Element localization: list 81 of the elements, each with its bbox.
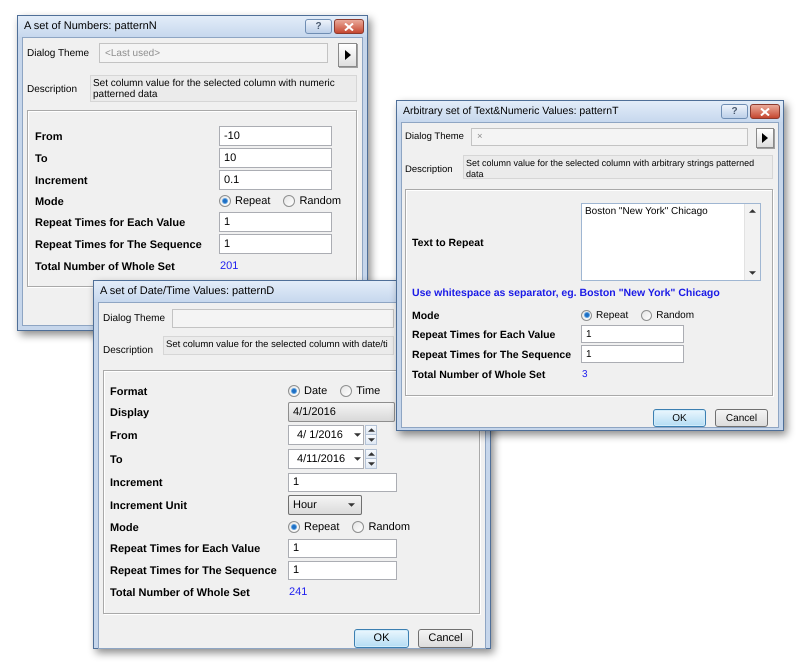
spin-down-button[interactable] [365, 435, 377, 445]
caret-up-icon [368, 428, 374, 432]
radio-option[interactable]: Repeat [288, 518, 340, 536]
field-label: Mode [110, 522, 139, 534]
field-label: Description [103, 345, 154, 356]
caret-down-icon [348, 503, 355, 507]
spin-up-button[interactable] [365, 425, 377, 435]
display-field[interactable]: 4/1/2016 [288, 402, 395, 422]
field-label: Mode [35, 196, 64, 208]
total-value: 241 [288, 584, 308, 600]
total-value: 3 [581, 368, 588, 382]
field-label: Display [110, 407, 150, 419]
field-label: Format [110, 386, 148, 398]
input-field[interactable]: 1 [288, 472, 397, 492]
input-field[interactable]: 10 [219, 148, 332, 168]
caret-up-icon [749, 209, 756, 213]
field-label: Dialog Theme [405, 130, 464, 144]
field-label: Description [405, 164, 453, 175]
help-button[interactable]: ? [721, 104, 748, 119]
close-button[interactable] [750, 104, 780, 119]
window-title: A set of Date/Time Values: patternD [100, 284, 274, 300]
input-field[interactable]: 0.1 [219, 170, 332, 190]
field-label: Repeat Times for The Sequence [412, 349, 572, 361]
input-field[interactable]: 1 [288, 560, 397, 580]
dialog-button[interactable]: OK [653, 409, 706, 427]
field-label: To [110, 454, 123, 466]
field-label: Increment [35, 175, 88, 187]
radio-option[interactable]: Date [288, 382, 328, 400]
field-label: Increment [110, 477, 163, 489]
dropdown[interactable]: Hour [288, 495, 362, 515]
close-button[interactable] [334, 19, 364, 34]
input-field[interactable]: 1 [219, 234, 332, 254]
caret-up-icon [368, 452, 374, 456]
field-label: Repeat Times for The Sequence [35, 239, 202, 251]
description-text: Set column value for the selected column with date/ti [163, 336, 394, 355]
radio-option[interactable]: Repeat [219, 192, 270, 210]
spin-down-button[interactable] [365, 459, 377, 469]
field-label: Total Number of Whole Set [412, 369, 546, 381]
field-label: Increment Unit [110, 500, 188, 512]
window-title: Arbitrary set of Text&Numeric Values: patternT [403, 104, 619, 119]
radio-option[interactable]: Random [641, 308, 694, 322]
scrollbar[interactable] [745, 204, 760, 280]
text-area[interactable]: Boston "New York" Chicago [581, 203, 761, 281]
dialog-button[interactable]: Cancel [418, 629, 473, 648]
caret-down-icon [749, 271, 756, 275]
help-button[interactable]: ? [305, 19, 332, 34]
radio-option[interactable]: Random [283, 192, 342, 210]
field-label: Repeat Times for Each Value [35, 217, 186, 229]
field-label: Text to Repeat [412, 237, 484, 249]
field-label: Repeat Times for Each Value [110, 543, 260, 555]
field-label: Repeat Times for Each Value [412, 329, 556, 341]
field-label: To [35, 153, 48, 165]
input-field[interactable]: -10 [219, 126, 332, 146]
field-label: Total Number of Whole Set [110, 587, 250, 599]
radio-option[interactable]: Time [340, 382, 380, 400]
total-value: 201 [219, 258, 238, 274]
input-field[interactable]: 1 [581, 325, 684, 343]
description-text: Set column value for the selected column with arbitrary strings patterned data [463, 155, 773, 179]
field-label: Total Number of Whole Set [35, 261, 175, 273]
field-label: Description [27, 84, 78, 95]
input-field[interactable]: 1 [288, 538, 397, 558]
window-title: A set of Numbers: patternN [24, 19, 157, 34]
spin-up-button[interactable] [365, 449, 377, 459]
radio-option[interactable]: Repeat [581, 308, 628, 322]
field-label: Mode [412, 310, 440, 322]
hint-text: Use whitespace as separator, eg. Boston "New York" Chicago [412, 286, 720, 302]
field-label: Repeat Times for The Sequence [110, 565, 277, 577]
dialog-button[interactable]: OK [354, 629, 409, 648]
close-icon [760, 108, 770, 116]
field-label: Dialog Theme [103, 312, 166, 326]
field-label: Dialog Theme [27, 46, 90, 60]
radio-option[interactable]: Random [352, 518, 410, 536]
dialog-button[interactable]: Cancel [715, 409, 768, 427]
field-label: From [110, 430, 138, 442]
triangle-icon [344, 50, 350, 60]
description-text: Set column value for the selected column with numeric patterned data [90, 75, 357, 102]
triangle-icon [762, 133, 768, 143]
close-icon [344, 22, 354, 30]
field-label: From [35, 131, 62, 143]
input-field[interactable]: 1 [219, 212, 332, 232]
input-field[interactable]: 1 [581, 345, 684, 363]
